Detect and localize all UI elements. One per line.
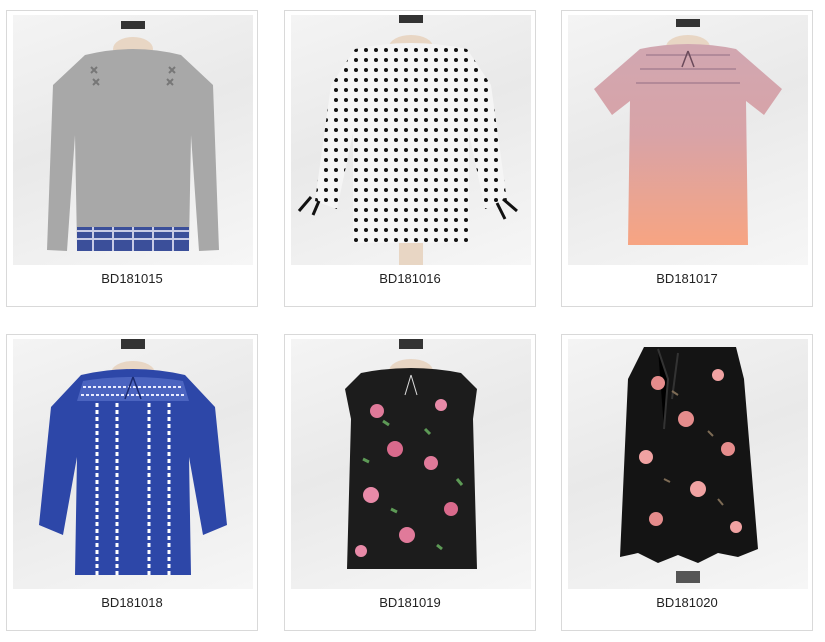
product-code[interactable]: BD181018 <box>7 591 257 615</box>
product-image[interactable] <box>568 15 808 265</box>
ombre-tee-image <box>594 19 782 245</box>
product-code[interactable]: BD181016 <box>285 267 535 291</box>
product-card[interactable]: BD181019 <box>284 334 536 631</box>
black-floral-blouse-image <box>345 339 477 569</box>
product-card[interactable]: BD181015 <box>6 10 258 307</box>
product-image[interactable] <box>291 339 531 589</box>
product-code[interactable]: BD181015 <box>7 267 257 291</box>
product-code[interactable]: BD181019 <box>285 591 535 615</box>
product-card[interactable]: BD181020 <box>561 334 813 631</box>
product-image[interactable] <box>13 339 253 589</box>
product-image[interactable] <box>291 15 531 265</box>
product-code[interactable]: BD181017 <box>562 267 812 291</box>
gray-sweater-image <box>47 21 219 251</box>
product-card[interactable]: BD181018 <box>6 334 258 631</box>
product-card[interactable]: BD181017 <box>561 10 813 307</box>
product-card[interactable]: BD181016 <box>284 10 536 307</box>
floral-skirt-image <box>620 347 758 583</box>
blue-embroidered-blouse-image <box>39 339 227 575</box>
polka-dot-blouse-image <box>297 15 518 265</box>
product-image[interactable] <box>13 15 253 265</box>
product-code[interactable]: BD181020 <box>562 591 812 615</box>
product-image[interactable] <box>568 339 808 589</box>
